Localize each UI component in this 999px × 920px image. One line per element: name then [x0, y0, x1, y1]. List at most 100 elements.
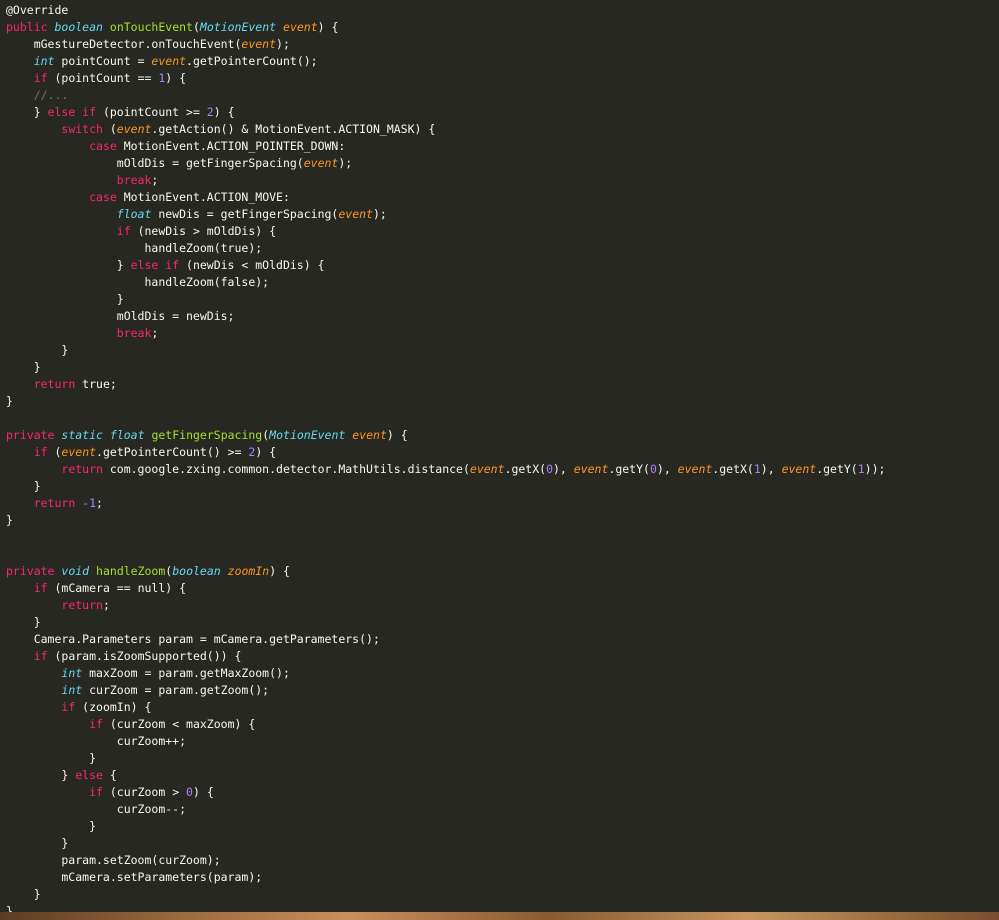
code-token: (curZoom < maxZoom) {: [102, 717, 256, 731]
code-token: mOldDis = newDis;: [6, 309, 235, 323]
code-line[interactable]: [6, 410, 885, 427]
code-token: pointCount =: [54, 54, 152, 68]
code-token: onTouchEvent: [109, 20, 193, 34]
code-line[interactable]: if (curZoom < maxZoom) {: [6, 716, 885, 733]
code-line[interactable]: return;: [6, 597, 885, 614]
code-line[interactable]: }: [6, 818, 885, 835]
code-token: event: [283, 20, 318, 34]
code-token: return: [33, 377, 76, 391]
code-line[interactable]: if (newDis > mOldDis) {: [6, 223, 885, 240]
code-line[interactable]: mCamera.setParameters(param);: [6, 869, 885, 886]
code-line[interactable]: private static float getFingerSpacing(Mo…: [6, 427, 885, 444]
code-line[interactable]: param.setZoom(curZoom);: [6, 852, 885, 869]
code-token: }: [6, 819, 97, 833]
code-line[interactable]: mOldDis = getFingerSpacing(event);: [6, 155, 885, 172]
code-line[interactable]: } else if (newDis < mOldDis) {: [6, 257, 885, 274]
code-token: ),: [760, 462, 782, 476]
code-line[interactable]: [6, 546, 885, 563]
code-line[interactable]: curZoom++;: [6, 733, 885, 750]
code-token: (: [102, 122, 117, 136]
code-line[interactable]: public boolean onTouchEvent(MotionEvent …: [6, 19, 885, 36]
code-token: }: [6, 258, 131, 272]
code-token: );: [372, 207, 387, 221]
code-line[interactable]: case MotionEvent.ACTION_MOVE:: [6, 189, 885, 206]
code-line[interactable]: break;: [6, 325, 885, 342]
code-line[interactable]: }: [6, 393, 885, 410]
code-line[interactable]: return -1;: [6, 495, 885, 512]
code-line[interactable]: mOldDis = newDis;: [6, 308, 885, 325]
code-token: int: [33, 54, 55, 68]
code-line[interactable]: int curZoom = param.getZoom();: [6, 682, 885, 699]
code-line[interactable]: }: [6, 359, 885, 376]
code-line[interactable]: }: [6, 903, 885, 912]
code-line[interactable]: int maxZoom = param.getMaxZoom();: [6, 665, 885, 682]
code-token: private: [6, 428, 55, 442]
code-token: case: [89, 190, 117, 204]
code-token: 0: [649, 462, 657, 476]
code-line[interactable]: if (pointCount == 1) {: [6, 70, 885, 87]
code-token: ),: [656, 462, 678, 476]
code-line[interactable]: mGestureDetector.onTouchEvent(event);: [6, 36, 885, 53]
code-token: }: [6, 360, 41, 374]
code-line[interactable]: private void handleZoom(boolean zoomIn) …: [6, 563, 885, 580]
code-line[interactable]: return com.google.zxing.common.detector.…: [6, 461, 885, 478]
code-token: private: [6, 564, 55, 578]
code-editor[interactable]: @Override public boolean onTouchEvent(Mot…: [0, 0, 999, 912]
code-line[interactable]: }: [6, 342, 885, 359]
code-line[interactable]: handleZoom(false);: [6, 274, 885, 291]
code-line[interactable]: }: [6, 478, 885, 495]
code-token: event: [677, 462, 713, 476]
code-line[interactable]: } else {: [6, 767, 885, 784]
code-token: }: [6, 105, 48, 119]
code-line[interactable]: if (curZoom > 0) {: [6, 784, 885, 801]
code-token: mGestureDetector.onTouchEvent(: [6, 37, 242, 51]
code-token: true;: [75, 377, 117, 391]
code-token: ) {: [269, 564, 290, 578]
code-line[interactable]: }: [6, 835, 885, 852]
code-line[interactable]: handleZoom(true);: [6, 240, 885, 257]
code-line[interactable]: float newDis = getFingerSpacing(event);: [6, 206, 885, 223]
code-line[interactable]: if (param.isZoomSupported()) {: [6, 648, 885, 665]
code-token: (newDis > mOldDis) {: [130, 224, 277, 238]
code-line[interactable]: //...: [6, 87, 885, 104]
code-line[interactable]: }: [6, 750, 885, 767]
code-token: getFingerSpacing: [151, 428, 263, 442]
code-line[interactable]: }: [6, 886, 885, 903]
code-line[interactable]: if (zoomIn) {: [6, 699, 885, 716]
code-token: (param.isZoomSupported()) {: [47, 649, 242, 663]
code-line[interactable]: }: [6, 291, 885, 308]
code-line[interactable]: if (mCamera == null) {: [6, 580, 885, 597]
code-line[interactable]: }: [6, 512, 885, 529]
code-line[interactable]: Camera.Parameters param = mCamera.getPar…: [6, 631, 885, 648]
code-line[interactable]: @Override: [6, 2, 885, 19]
code-token: else if: [130, 258, 180, 272]
code-token: .getY(: [816, 462, 858, 476]
code-token: }: [6, 394, 13, 408]
code-block[interactable]: @Override public boolean onTouchEvent(Mot…: [6, 2, 885, 912]
code-line[interactable]: break;: [6, 172, 885, 189]
code-line[interactable]: return true;: [6, 376, 885, 393]
code-token: @Override: [6, 3, 69, 17]
code-token: }: [6, 479, 41, 493]
code-line[interactable]: case MotionEvent.ACTION_POINTER_DOWN:: [6, 138, 885, 155]
code-line[interactable]: switch (event.getAction() & MotionEvent.…: [6, 121, 885, 138]
code-line[interactable]: }: [6, 614, 885, 631]
code-line[interactable]: if (event.getPointerCount() >= 2) {: [6, 444, 885, 461]
code-token: boolean: [54, 20, 103, 34]
code-token: mCamera.setParameters(param);: [6, 870, 263, 884]
code-token: );: [276, 37, 290, 51]
code-line[interactable]: curZoom--;: [6, 801, 885, 818]
code-token: }: [6, 887, 41, 901]
code-token: else if: [47, 105, 97, 119]
code-line[interactable]: int pointCount = event.getPointerCount()…: [6, 53, 885, 70]
code-line[interactable]: } else if (pointCount >= 2) {: [6, 104, 885, 121]
code-line[interactable]: [6, 529, 885, 546]
code-token: static: [61, 428, 103, 442]
code-token: .getX(: [504, 462, 547, 476]
